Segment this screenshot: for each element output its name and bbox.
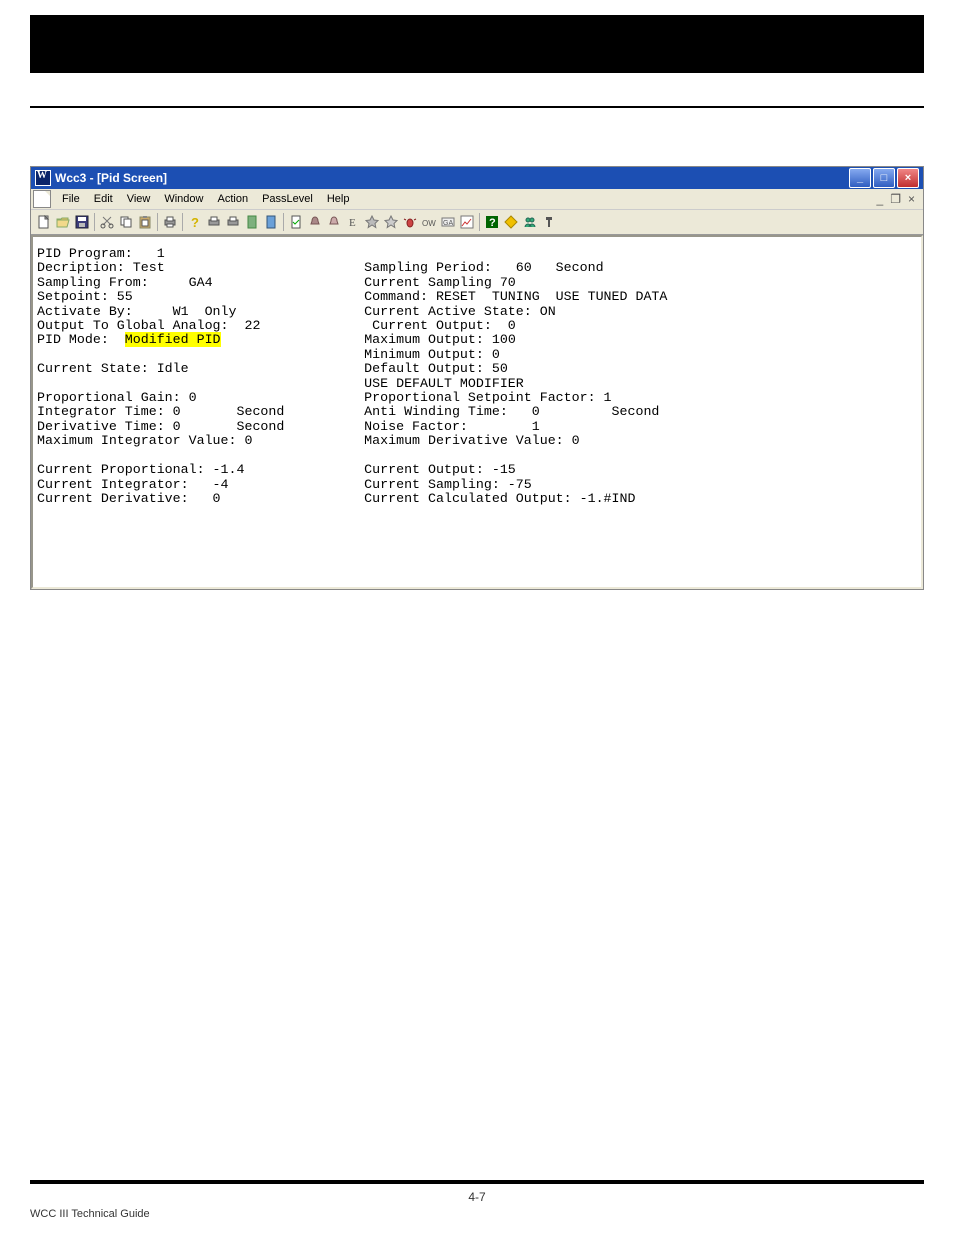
anti-winding: Anti Winding Time: 0 Second bbox=[364, 404, 659, 419]
footer-rule bbox=[30, 1180, 924, 1184]
owl-icon[interactable]: OW bbox=[420, 213, 438, 231]
bell2-icon[interactable] bbox=[325, 213, 343, 231]
svg-text:?: ? bbox=[191, 215, 199, 229]
svg-text:OW: OW bbox=[422, 219, 436, 228]
diamond-icon[interactable] bbox=[502, 213, 520, 231]
svg-text:?: ? bbox=[489, 217, 496, 229]
doc2-icon[interactable] bbox=[262, 213, 280, 231]
curr-integ: Current Integrator: -4 bbox=[37, 477, 229, 492]
doc1-icon[interactable] bbox=[243, 213, 261, 231]
command: Command: RESET TUNING USE TUNED DATA bbox=[364, 289, 667, 304]
menu-view[interactable]: View bbox=[120, 192, 158, 206]
ga-icon[interactable]: GA bbox=[439, 213, 457, 231]
save-icon[interactable] bbox=[73, 213, 91, 231]
menu-passlevel[interactable]: PassLevel bbox=[255, 192, 320, 206]
paste-icon[interactable] bbox=[136, 213, 154, 231]
default-output: Default Output: 50 bbox=[364, 361, 508, 376]
prop-gain: Proportional Gain: 0 bbox=[37, 390, 197, 405]
setpoint: Setpoint: 55 bbox=[37, 289, 133, 304]
curr-deriv: Current Derivative: 0 bbox=[37, 491, 221, 506]
print2-icon[interactable] bbox=[205, 213, 223, 231]
min-output: Minimum Output: 0 bbox=[364, 347, 500, 362]
menu-window[interactable]: Window bbox=[157, 192, 210, 206]
derivative-time: Derivative Time: 0 Second bbox=[37, 419, 284, 434]
max-deriv-value: Maximum Derivative Value: 0 bbox=[364, 433, 579, 448]
current-output: Current Output: 0 bbox=[372, 318, 516, 333]
star1-icon[interactable] bbox=[363, 213, 381, 231]
curr-sampling2: Current Sampling: -75 bbox=[364, 477, 532, 492]
menu-file[interactable]: File bbox=[55, 192, 87, 206]
svg-text:E: E bbox=[349, 217, 356, 229]
pid-mode-value[interactable]: Modified PID bbox=[125, 332, 221, 347]
e-button-icon[interactable]: E bbox=[344, 213, 362, 231]
max-output: Maximum Output: 100 bbox=[364, 332, 516, 347]
pid-mode-label: PID Mode: bbox=[37, 332, 125, 347]
tool-icon[interactable] bbox=[540, 213, 558, 231]
menubar: File Edit View Window Action PassLevel H… bbox=[31, 189, 923, 210]
sampling-period: Sampling Period: 60 Second bbox=[364, 260, 603, 275]
menu-action[interactable]: Action bbox=[210, 192, 255, 206]
print-icon[interactable] bbox=[161, 213, 179, 231]
content-area: PID Program: 1 Decription: Test Sampling… bbox=[31, 235, 923, 589]
noise-factor: Noise Factor: 1 bbox=[364, 419, 540, 434]
max-integrator: Maximum Integrator Value: 0 bbox=[37, 433, 252, 448]
curr-calc-output: Current Calculated Output: -1.#IND bbox=[364, 491, 635, 506]
pid-program: PID Program: 1 bbox=[37, 246, 165, 261]
minimize-button[interactable]: _ bbox=[849, 168, 871, 188]
toolbar: ? E OW GA ? bbox=[31, 210, 923, 235]
curr-prop: Current Proportional: -1.4 bbox=[37, 462, 244, 477]
footer-left: WCC III Technical Guide bbox=[30, 1208, 150, 1220]
greenq-icon[interactable]: ? bbox=[483, 213, 501, 231]
mdi-close-button[interactable]: × bbox=[906, 192, 917, 206]
titlebar[interactable]: Wcc3 - [Pid Screen] _ □ × bbox=[31, 167, 923, 189]
menu-help[interactable]: Help bbox=[320, 192, 357, 206]
copy-icon[interactable] bbox=[117, 213, 135, 231]
activate-by: Activate By: W1 Only bbox=[37, 304, 237, 319]
curr-output2: Current Output: -15 bbox=[364, 462, 516, 477]
mdi-doc-icon[interactable] bbox=[33, 190, 51, 208]
page-number: 4-7 bbox=[30, 1190, 924, 1204]
cut-icon[interactable] bbox=[98, 213, 116, 231]
output-to-ga: Output To Global Analog: 22 bbox=[37, 318, 260, 333]
prop-setpoint-factor: Proportional Setpoint Factor: 1 bbox=[364, 390, 611, 405]
app-icon bbox=[35, 170, 51, 186]
svg-text:GA: GA bbox=[443, 220, 453, 227]
menu-edit[interactable]: Edit bbox=[87, 192, 120, 206]
new-icon[interactable] bbox=[35, 213, 53, 231]
window-title: Wcc3 - [Pid Screen] bbox=[55, 171, 849, 185]
mdi-restore-button[interactable]: ❐ bbox=[888, 192, 903, 206]
app-window: Wcc3 - [Pid Screen] _ □ × File Edit View… bbox=[30, 166, 924, 590]
mdi-minimize-button[interactable]: _ bbox=[875, 192, 886, 206]
people-icon[interactable] bbox=[521, 213, 539, 231]
bug-icon[interactable] bbox=[401, 213, 419, 231]
check-icon[interactable] bbox=[287, 213, 305, 231]
bell1-icon[interactable] bbox=[306, 213, 324, 231]
use-default-modifier: USE DEFAULT MODIFIER bbox=[364, 376, 524, 391]
open-icon[interactable] bbox=[54, 213, 72, 231]
close-button[interactable]: × bbox=[897, 168, 919, 188]
star2-icon[interactable] bbox=[382, 213, 400, 231]
graph-icon[interactable] bbox=[458, 213, 476, 231]
current-sampling: Current Sampling 70 bbox=[364, 275, 516, 290]
active-state: Current Active State: ON bbox=[364, 304, 556, 319]
help-icon[interactable]: ? bbox=[186, 213, 204, 231]
sampling-from: Sampling From: GA4 bbox=[37, 275, 213, 290]
integrator-time: Integrator Time: 0 Second bbox=[37, 404, 284, 419]
print3-icon[interactable] bbox=[224, 213, 242, 231]
maximize-button[interactable]: □ bbox=[873, 168, 895, 188]
current-state: Current State: Idle bbox=[37, 361, 189, 376]
header-black-bar bbox=[30, 15, 924, 73]
description: Decription: Test bbox=[37, 260, 165, 275]
